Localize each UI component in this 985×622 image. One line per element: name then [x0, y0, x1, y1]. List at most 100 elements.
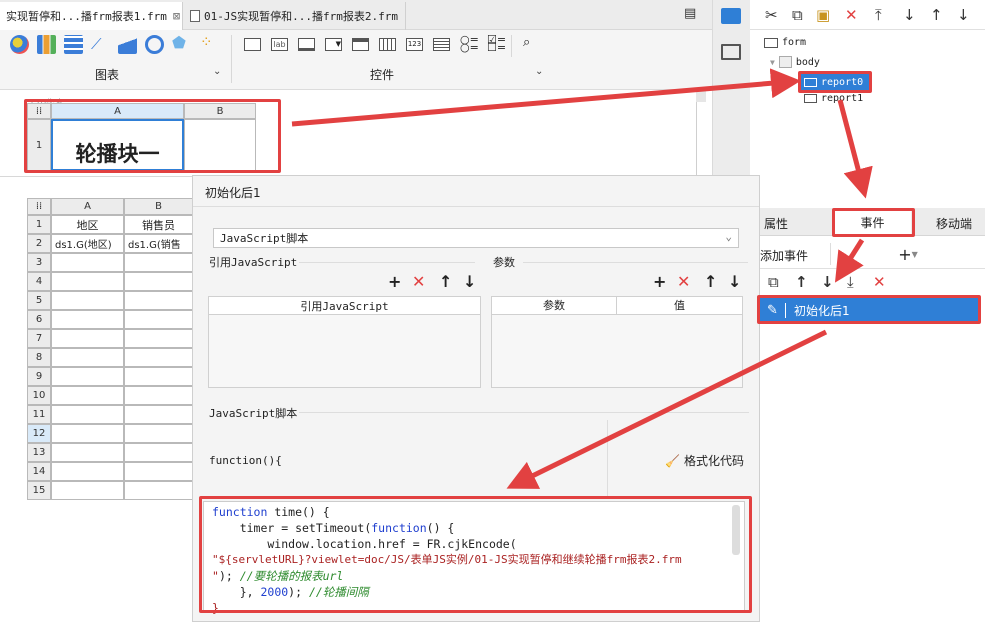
chevron-down-icon[interactable]: ⌄	[535, 66, 543, 77]
area-chart-icon[interactable]	[118, 35, 137, 54]
grid-cell[interactable]	[124, 310, 193, 329]
tab-report1[interactable]: 实现暂停和...播frm报表1.frm ⊠	[0, 2, 183, 30]
label-control-icon[interactable]: lab	[271, 38, 288, 51]
grid-cell[interactable]	[51, 367, 124, 386]
row-header[interactable]: 8	[27, 348, 51, 367]
carousel-title-cell[interactable]: 轮播块一	[51, 119, 184, 171]
tree-node-form[interactable]: form	[764, 37, 806, 48]
grid-cell[interactable]	[124, 481, 193, 500]
tree-node-report0[interactable]: report0	[800, 73, 869, 91]
tab-menu-icon[interactable]: ▤	[684, 6, 696, 21]
grid-cell[interactable]: 销售员	[124, 215, 193, 234]
grid-cell[interactable]	[124, 367, 193, 386]
date-control-icon[interactable]	[352, 38, 369, 51]
grid-cell[interactable]	[51, 348, 124, 367]
scatter-chart-icon[interactable]: ⁘	[200, 33, 213, 51]
code-editor[interactable]: function time() { timer = setTimeout(fun…	[203, 501, 745, 615]
textarea-control-icon[interactable]	[433, 38, 450, 51]
grid-cell[interactable]	[124, 348, 193, 367]
script-type-select[interactable]: JavaScript脚本 ⌄	[213, 228, 739, 248]
move-up-icon[interactable]: ↑	[439, 272, 452, 291]
move-down-icon[interactable]: ↓	[957, 6, 970, 24]
row-header[interactable]: 14	[27, 462, 51, 481]
scrollbar-thumb[interactable]	[732, 505, 740, 555]
horizontal-bar-icon[interactable]	[64, 35, 83, 54]
grid-cell[interactable]: ds1.G(地区)	[51, 234, 124, 253]
grid-cell[interactable]	[124, 443, 193, 462]
grid-cell[interactable]	[124, 329, 193, 348]
carousel-block[interactable]: ⁞⁞ A B 1 轮播块一	[27, 103, 277, 171]
combobox-control-icon[interactable]: ▼	[325, 38, 342, 51]
row-header[interactable]: 1	[27, 119, 51, 171]
row-header[interactable]: 5	[27, 291, 51, 310]
component-tree-icon[interactable]	[721, 8, 741, 24]
move-up-icon[interactable]: ↑	[795, 273, 808, 291]
copy-icon[interactable]: ⧉	[792, 6, 803, 24]
report-grid[interactable]: ⁞⁞ A B 1 地区 销售员 2 ds1.G(地区) ds1.G(销售 3 4 5 6 7 8 9 10…	[27, 198, 193, 500]
grid-cell[interactable]	[124, 405, 193, 424]
move-down-icon[interactable]: ↓	[463, 272, 476, 291]
row-header[interactable]: 3	[27, 253, 51, 272]
row-header[interactable]: 1	[27, 215, 51, 234]
move-top-icon[interactable]: ⤒	[875, 6, 882, 24]
scroll-handle[interactable]	[696, 90, 706, 102]
event-item[interactable]: ✎ 初始化后1	[760, 298, 979, 322]
delete-icon[interactable]: ✕	[677, 272, 690, 291]
grid-cell[interactable]	[51, 291, 124, 310]
param-table[interactable]: 参数 值	[491, 296, 743, 388]
grid-cell[interactable]	[124, 272, 193, 291]
checkbox-group-icon[interactable]: ☑= ☐=	[487, 34, 506, 53]
column-header[interactable]: A	[51, 198, 124, 215]
grid-cell[interactable]	[51, 272, 124, 291]
button-control-icon[interactable]	[244, 38, 261, 51]
move-down-icon[interactable]: ↓	[903, 6, 916, 24]
row-header[interactable]: 4	[27, 272, 51, 291]
expand-icon[interactable]: ▼	[770, 58, 775, 67]
grid-cell[interactable]	[124, 253, 193, 272]
grid-cell[interactable]	[51, 443, 124, 462]
paste-icon[interactable]: ▣	[816, 6, 830, 24]
grid-cell[interactable]	[124, 386, 193, 405]
add-event-button[interactable]: + ▼	[830, 243, 985, 265]
row-header[interactable]: 2	[27, 234, 51, 253]
close-icon[interactable]: ⊠	[173, 9, 180, 23]
grid-cell[interactable]	[51, 405, 124, 424]
grid-cell[interactable]	[51, 253, 124, 272]
chevron-down-icon[interactable]: ⌄	[213, 66, 221, 77]
tab-report2[interactable]: 01-JS实现暂停和...播frm报表2.frm	[184, 2, 406, 30]
move-up-icon[interactable]: ↑	[704, 272, 717, 291]
tab-mobile[interactable]: 移动端	[936, 215, 972, 232]
row-header[interactable]: 7	[27, 329, 51, 348]
line-chart-icon[interactable]: ⟋	[91, 35, 102, 53]
move-down-icon[interactable]: ↓	[821, 273, 834, 291]
gauge-chart-icon[interactable]	[145, 35, 164, 54]
grid-cell[interactable]: ds1.G(销售	[124, 234, 193, 253]
search-control-icon[interactable]: ⌕	[523, 35, 530, 50]
layout-icon[interactable]	[721, 44, 741, 60]
tab-events[interactable]: 事件	[834, 209, 911, 236]
delete-icon[interactable]: ✕	[412, 272, 425, 291]
grid-cell[interactable]	[124, 462, 193, 481]
column-header[interactable]: A	[51, 103, 184, 119]
column-header[interactable]: B	[124, 198, 193, 215]
ref-js-table[interactable]: 引用JavaScript	[208, 296, 481, 388]
row-header[interactable]: 6	[27, 310, 51, 329]
row-header[interactable]: 11	[27, 405, 51, 424]
grid-cell[interactable]	[51, 462, 124, 481]
bar-chart-icon[interactable]	[37, 35, 56, 54]
column-header[interactable]: B	[184, 103, 256, 119]
delete-icon[interactable]: ✕	[873, 273, 886, 291]
pie-chart-icon[interactable]	[10, 35, 29, 54]
grid-cell[interactable]	[51, 424, 124, 443]
grid-cell[interactable]	[51, 386, 124, 405]
move-bottom-icon[interactable]: ⤓	[847, 273, 854, 291]
tree-node-report1[interactable]: report1	[804, 93, 863, 104]
grid-cell[interactable]: 地区	[51, 215, 124, 234]
row-header[interactable]: 10	[27, 386, 51, 405]
cell[interactable]	[184, 119, 256, 171]
cut-icon[interactable]: ✂	[765, 6, 778, 24]
delete-icon[interactable]: ✕	[845, 6, 858, 24]
textbox-control-icon[interactable]	[298, 38, 315, 51]
radio-group-icon[interactable]: ○= ○=	[460, 34, 479, 53]
grid-cell[interactable]	[51, 310, 124, 329]
